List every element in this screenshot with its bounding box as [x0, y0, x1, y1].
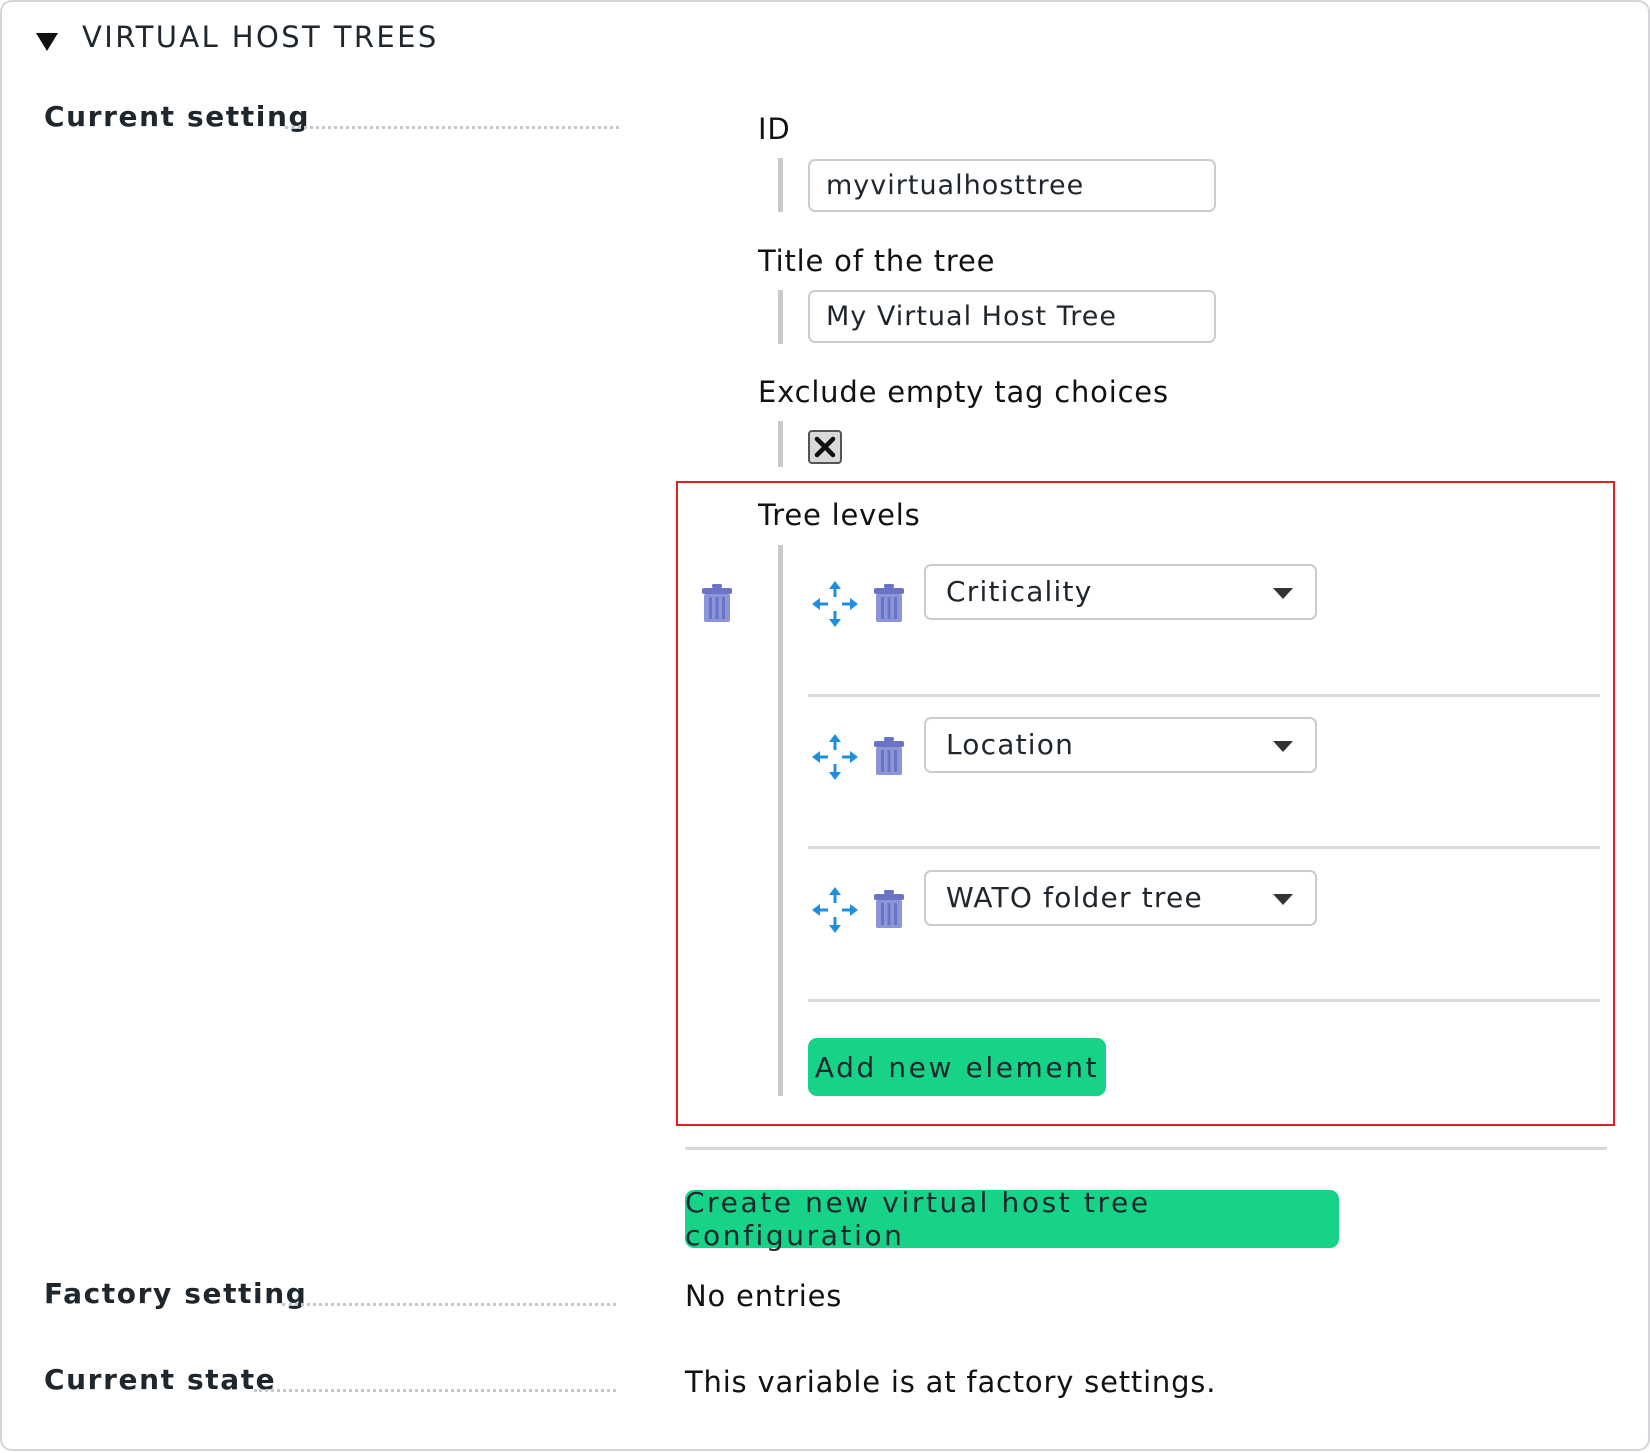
move-arrows-icon[interactable]	[812, 734, 858, 780]
current-setting-dots	[285, 126, 619, 129]
current-state-label: Current state	[44, 1363, 277, 1396]
x-checkmark-icon	[814, 436, 836, 458]
exclude-label: Exclude empty tag choices	[758, 375, 1169, 409]
chevron-down-icon	[1273, 741, 1293, 752]
tree-level-value: Location	[946, 728, 1075, 761]
exclude-indent-bar	[778, 421, 783, 467]
trash-icon[interactable]	[874, 737, 904, 775]
id-indent-bar	[778, 158, 783, 212]
factory-setting-value: No entries	[685, 1279, 843, 1313]
tree-level-select[interactable]: Criticality	[924, 564, 1317, 620]
add-new-element-button[interactable]: Add new element	[808, 1038, 1106, 1096]
factory-setting-dots	[282, 1303, 616, 1306]
tree-level-value: WATO folder tree	[946, 881, 1203, 914]
current-state-value: This variable is at factory settings.	[685, 1365, 1217, 1399]
move-arrows-icon[interactable]	[812, 581, 858, 627]
tree-level-select[interactable]: WATO folder tree	[924, 870, 1317, 926]
title-input[interactable]: My Virtual Host Tree	[808, 290, 1216, 343]
tree-level-select[interactable]: Location	[924, 717, 1317, 773]
level-divider	[808, 999, 1600, 1002]
trash-icon[interactable]	[702, 584, 732, 622]
tree-level-value: Criticality	[946, 575, 1093, 608]
id-input[interactable]: myvirtualhosttree	[808, 159, 1216, 212]
create-config-button[interactable]: Create new virtual host tree configurati…	[685, 1186, 1339, 1252]
level-divider	[808, 846, 1600, 849]
exclude-checkbox[interactable]	[808, 430, 842, 464]
section-title[interactable]: VIRTUAL HOST TREES	[82, 20, 439, 54]
chevron-down-icon	[1273, 894, 1293, 905]
chevron-down-icon	[1273, 588, 1293, 599]
factory-setting-label: Factory setting	[44, 1277, 308, 1310]
level-divider	[808, 694, 1600, 697]
id-label: ID	[758, 112, 791, 146]
trash-icon[interactable]	[874, 890, 904, 928]
current-setting-label: Current setting	[44, 100, 311, 133]
collapse-triangle-icon[interactable]	[36, 33, 58, 51]
move-arrows-icon[interactable]	[812, 887, 858, 933]
section-divider	[685, 1147, 1607, 1150]
trash-icon[interactable]	[874, 584, 904, 622]
title-indent-bar	[778, 290, 783, 344]
tree-levels-label: Tree levels	[758, 498, 921, 532]
title-label: Title of the tree	[758, 244, 996, 278]
tree-levels-indent-bar	[778, 545, 783, 1096]
current-state-dots	[254, 1389, 616, 1392]
